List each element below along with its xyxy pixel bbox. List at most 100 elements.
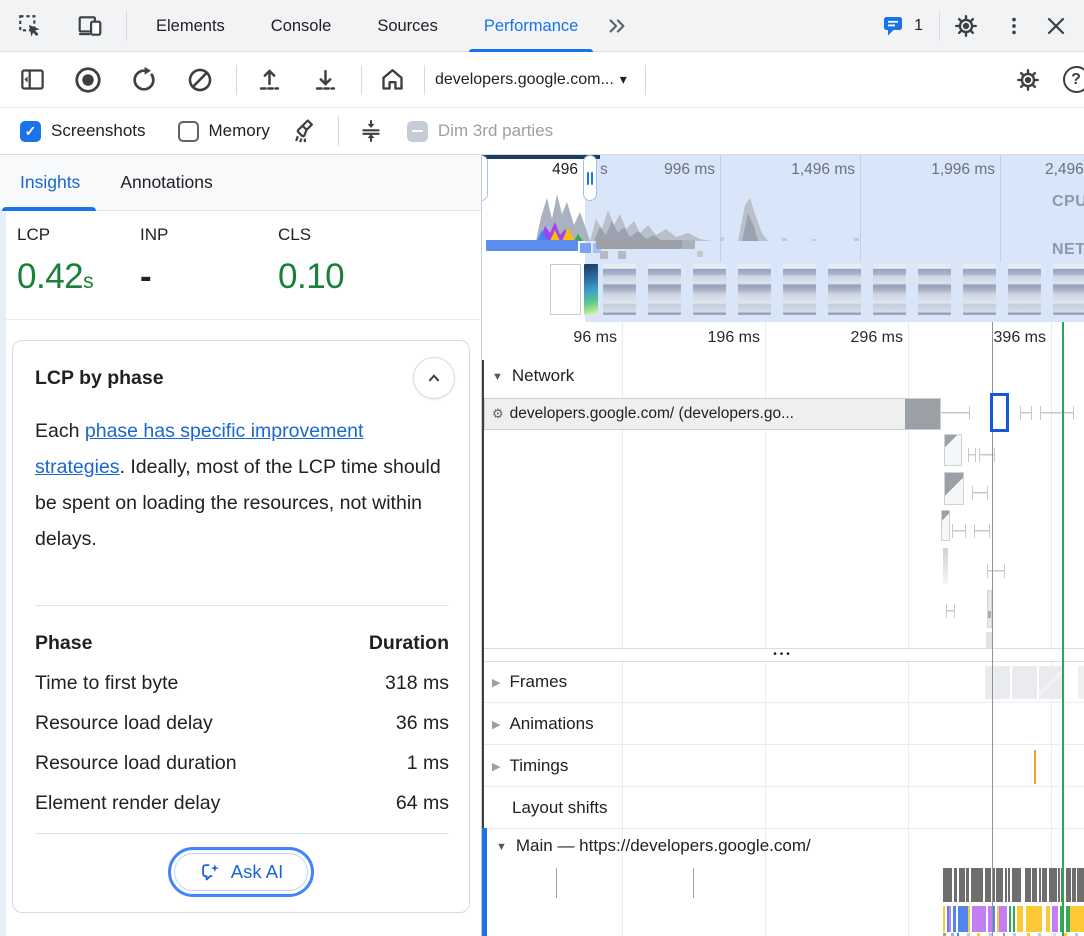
filmstrip-frame[interactable]	[963, 264, 996, 315]
frame-thumbnail[interactable]	[1078, 666, 1084, 699]
inspect-element-icon[interactable]	[14, 10, 46, 42]
ai-spark-icon	[199, 861, 221, 883]
filmstrip-frame[interactable]	[693, 264, 726, 315]
network-expand-handle[interactable]: •••	[482, 648, 1084, 662]
record-and-reload-icon[interactable]	[128, 64, 160, 96]
net-request-bar	[618, 251, 626, 259]
tab-console[interactable]: Console	[248, 0, 355, 52]
col-phase: Phase	[35, 632, 92, 655]
filmstrip-frame[interactable]	[873, 264, 906, 315]
filmstrip-frame[interactable]	[828, 264, 861, 315]
more-tabs-icon[interactable]	[601, 10, 633, 42]
window-left-drag-handle[interactable]	[482, 155, 488, 201]
dim-third-parties-label: Dim 3rd parties	[438, 121, 553, 141]
ruler-tick: 96 ms	[527, 329, 617, 347]
request-whisker	[1020, 406, 1032, 420]
main-track-tick	[693, 868, 694, 898]
toggle-sidebar-icon[interactable]	[16, 64, 48, 96]
collapse-card-button[interactable]	[413, 357, 455, 399]
download-profile-icon[interactable]	[309, 64, 341, 96]
network-request[interactable]	[941, 510, 950, 541]
page-history-value: developers.google.com...	[435, 71, 614, 89]
device-toolbar-icon[interactable]	[74, 10, 106, 42]
settings-gear-icon[interactable]	[950, 10, 982, 42]
network-section-header[interactable]: Network	[492, 366, 574, 386]
upload-profile-icon[interactable]	[253, 64, 285, 96]
screenshots-checkbox[interactable]	[20, 121, 41, 142]
row-divider	[482, 828, 1084, 829]
filmstrip-frame[interactable]	[738, 264, 771, 315]
timings-section-header[interactable]: Timings	[492, 756, 568, 776]
metric-lcp-value: 0.42s	[17, 257, 93, 297]
ruler-tick: 296 ms	[813, 329, 903, 347]
network-request-main-document[interactable]: developers.google.com/ (developers.go...	[484, 398, 941, 430]
metric-cls[interactable]: CLS 0.10	[278, 211, 344, 297]
layout-shifts-section-header[interactable]: Layout shifts	[512, 798, 607, 818]
ellipsis-icon: •••	[773, 650, 793, 660]
marker-line-green	[1062, 322, 1064, 936]
screenshots-label: Screenshots	[51, 121, 146, 141]
timeline-overview[interactable]: 496 s 996 ms 1,496 ms 1,996 ms 2,496 ms …	[482, 155, 1084, 322]
network-request[interactable]	[944, 434, 962, 466]
kebab-menu-icon[interactable]	[998, 10, 1030, 42]
tab-sources[interactable]: Sources	[354, 0, 461, 52]
overview-tick: 1,496 ms	[765, 161, 855, 179]
filmstrip-frame[interactable]	[783, 264, 816, 315]
filmstrip-frame[interactable]	[648, 264, 681, 315]
request-whisker	[952, 524, 966, 538]
metric-lcp[interactable]: LCP 0.42s	[17, 211, 93, 297]
frame-thumbnail[interactable]	[1039, 666, 1064, 699]
close-icon[interactable]	[1040, 10, 1072, 42]
divider	[939, 11, 940, 41]
timeline-panel: 496 s 996 ms 1,496 ms 1,996 ms 2,496 ms …	[482, 155, 1084, 936]
ruler-tick: 396 ms	[956, 329, 1046, 347]
frames-section-header[interactable]: Frames	[492, 672, 567, 692]
filmstrip-frame[interactable]	[1053, 264, 1084, 315]
metric-lcp-label: LCP	[17, 225, 93, 245]
filmstrip-frame[interactable]	[603, 264, 636, 315]
ruler-tick: 196 ms	[670, 329, 760, 347]
panel-tabs: Elements Console Sources Performance	[133, 0, 601, 51]
overview-tick-suffix: s	[600, 161, 608, 179]
filmstrip-frame[interactable]	[550, 264, 581, 315]
clear-icon[interactable]	[184, 64, 216, 96]
capture-settings-gear-icon[interactable]	[1012, 64, 1044, 96]
issues-icon[interactable]	[878, 10, 910, 42]
frame-thumbnail[interactable]	[985, 666, 1010, 699]
garbage-collect-brush-icon[interactable]	[290, 115, 322, 147]
collapse-panels-icon[interactable]	[355, 115, 387, 147]
tab-elements[interactable]: Elements	[133, 0, 248, 52]
memory-label: Memory	[209, 121, 270, 141]
filmstrip-frame[interactable]	[1008, 264, 1041, 315]
metric-inp[interactable]: INP -	[140, 211, 168, 297]
selected-request-outline[interactable]	[990, 393, 1009, 432]
page-history-select[interactable]: developers.google.com...	[425, 71, 637, 89]
overview-tick: 1,996 ms	[905, 161, 995, 179]
home-icon[interactable]	[376, 64, 408, 96]
table-row: Element render delay64 ms	[35, 783, 449, 823]
net-track-label: NET	[1052, 241, 1084, 259]
main-thread-section-header[interactable]: Main — https://developers.google.com/	[496, 836, 811, 856]
timeline-tracks[interactable]: 96 ms 196 ms 296 ms 396 ms Network devel…	[482, 322, 1084, 936]
overview-tick: 996 ms	[625, 161, 715, 179]
track-edge	[482, 360, 484, 828]
animations-section-header[interactable]: Animations	[492, 714, 594, 734]
memory-checkbox[interactable]	[178, 121, 199, 142]
tab-performance[interactable]: Performance	[461, 0, 601, 52]
ask-ai-button[interactable]: Ask AI	[174, 853, 308, 891]
filmstrip-frame[interactable]	[584, 264, 598, 315]
tab-insights[interactable]: Insights	[0, 155, 100, 211]
network-request[interactable]	[944, 472, 964, 505]
card-description: Each phase has specific improvement stra…	[35, 413, 443, 557]
frame-thumbnail[interactable]	[1012, 666, 1037, 699]
dim-third-parties-checkbox[interactable]	[407, 121, 428, 142]
network-request[interactable]	[943, 548, 948, 584]
request-label: developers.google.com/ (developers.go...	[510, 405, 794, 423]
filmstrip-frame[interactable]	[918, 264, 951, 315]
window-right-drag-handle[interactable]	[583, 155, 597, 201]
tab-annotations[interactable]: Annotations	[100, 155, 232, 211]
card-title: LCP by phase	[35, 367, 164, 390]
table-row: Resource load duration1 ms	[35, 743, 449, 783]
record-icon[interactable]	[72, 64, 104, 96]
help-icon[interactable]	[1060, 64, 1084, 96]
